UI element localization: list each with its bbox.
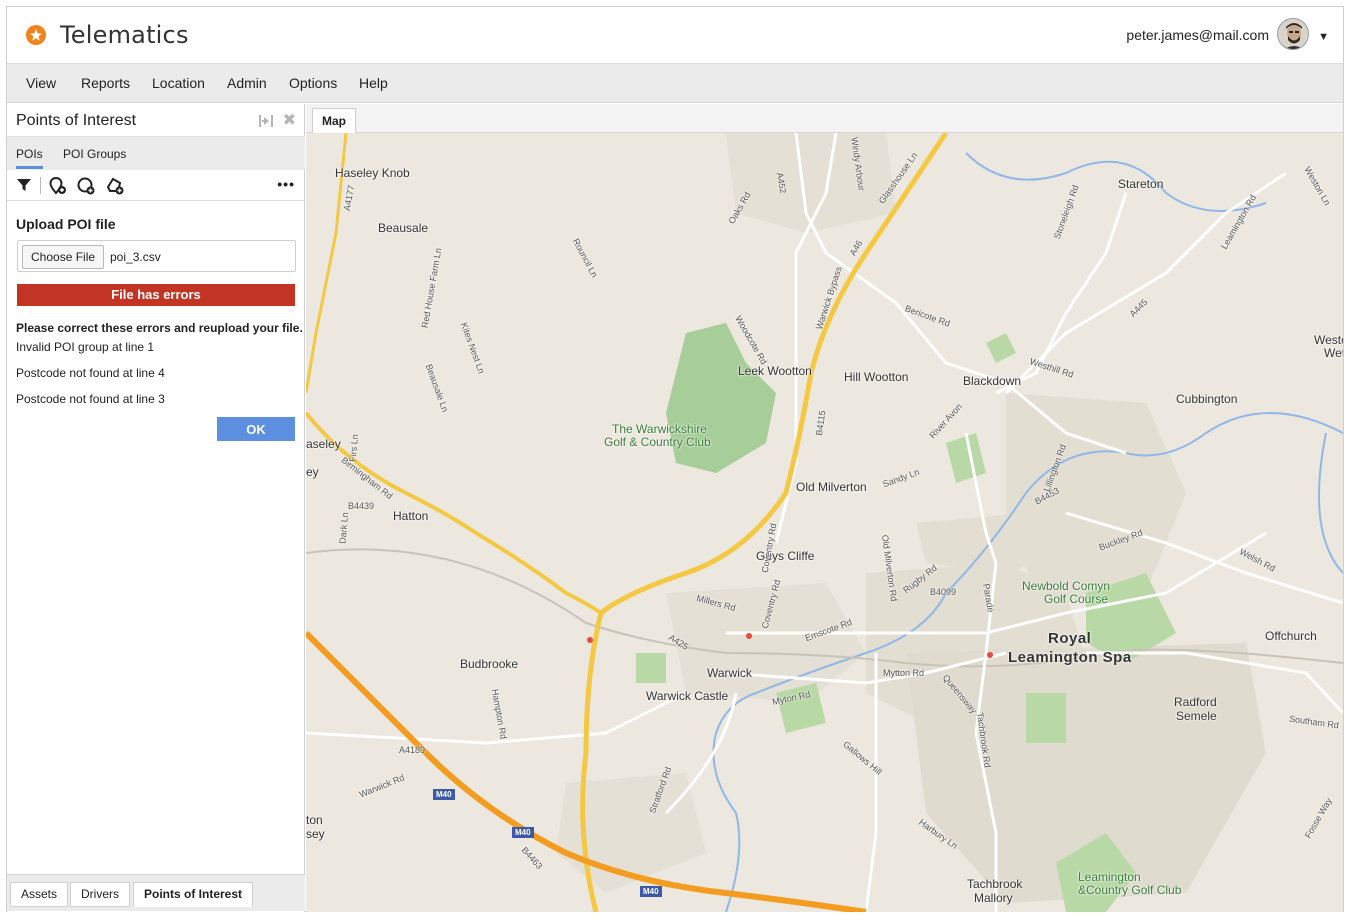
place-label: Warwick xyxy=(707,666,752,680)
place-label: ton xyxy=(306,813,323,827)
place-label: Semele xyxy=(1176,709,1217,723)
main-menu: View Reports Location Admin Options Help xyxy=(7,63,1343,103)
tab-drivers[interactable]: Drivers xyxy=(70,882,130,907)
place-label: Golf & Country Club xyxy=(604,435,711,449)
place-label: Newbold Comyn xyxy=(1022,579,1111,593)
tab-assets[interactable]: Assets xyxy=(10,882,69,907)
poi-subtabs: POIs POI Groups xyxy=(7,137,305,170)
error-heading: Please correct these errors and reupload… xyxy=(16,321,303,335)
app-header: Telematics peter.james@mail.com ▼ xyxy=(7,7,1343,63)
place-label: Warwick Castle xyxy=(646,689,729,703)
station-marker xyxy=(987,652,993,658)
more-icon[interactable]: ••• xyxy=(277,176,295,192)
error-line: Postcode not found at line 4 xyxy=(16,366,165,380)
station-marker xyxy=(587,637,593,643)
m40-shield: M40 xyxy=(433,789,455,800)
place-label: Leamington Spa xyxy=(1008,649,1132,666)
map-graphics xyxy=(306,133,1343,912)
station-marker xyxy=(746,633,752,639)
m40-shield: M40 xyxy=(512,827,534,838)
add-polygon-icon[interactable] xyxy=(106,177,124,195)
app-title: Telematics xyxy=(60,21,189,49)
place-label: Tachbrook xyxy=(967,877,1023,891)
river xyxy=(965,152,1267,212)
place-label: Leek Wootton xyxy=(738,364,812,378)
ok-button[interactable]: OK xyxy=(217,417,295,441)
place-label: Golf Course xyxy=(1044,592,1109,606)
place-label: Royal xyxy=(1048,630,1092,647)
place-label: Beausale xyxy=(378,221,429,235)
place-label: Budbrooke xyxy=(460,657,519,671)
park-area xyxy=(636,653,666,683)
poi-panel: Points of Interest ✖ POIs POI Groups •••… xyxy=(7,104,305,912)
user-avatar[interactable] xyxy=(1277,18,1309,50)
error-line: Postcode not found at line 3 xyxy=(16,392,165,406)
place-label: Old Milverton xyxy=(796,480,867,494)
park-area xyxy=(1026,693,1066,743)
error-line: Invalid POI group at line 1 xyxy=(16,340,155,354)
tab-poi-groups[interactable]: POI Groups xyxy=(63,147,126,161)
place-label: Weston xyxy=(1314,333,1343,347)
river xyxy=(1318,432,1343,574)
place-label: Hatton xyxy=(393,509,429,523)
map-area: Map Haseley Knob Beausale Stareton West … xyxy=(306,104,1343,912)
road-label: B4099 xyxy=(930,587,957,597)
user-menu-caret-icon[interactable]: ▼ xyxy=(1318,31,1329,43)
place-label: Mallory xyxy=(974,891,1013,905)
app-logo-icon xyxy=(26,25,46,45)
urban-area xyxy=(726,133,896,233)
tab-map[interactable]: Map xyxy=(312,108,356,134)
upload-title: Upload POI file xyxy=(16,216,116,232)
poi-toolbar: ••• xyxy=(7,170,305,201)
menu-admin[interactable]: Admin xyxy=(227,75,267,91)
place-label: Leamington xyxy=(1078,870,1141,884)
menu-view[interactable]: View xyxy=(26,75,56,91)
file-error-banner: File has errors xyxy=(17,284,295,306)
panel-title: Points of Interest xyxy=(16,112,137,129)
panel-header: Points of Interest ✖ xyxy=(7,104,305,137)
selected-file-name: poi_3.csv xyxy=(110,250,161,264)
collapse-panel-icon[interactable] xyxy=(258,113,274,129)
map-canvas[interactable]: Haseley Knob Beausale Stareton Weston We… xyxy=(306,133,1343,912)
place-label: Haseley Knob xyxy=(335,166,410,180)
place-label: aseley xyxy=(306,437,341,451)
place-label: The Warwickshire xyxy=(612,422,707,436)
menu-options[interactable]: Options xyxy=(289,75,337,91)
app-window: Telematics peter.james@mail.com ▼ View R… xyxy=(6,6,1344,912)
place-label: ey xyxy=(306,465,319,479)
place-label: Cubbington xyxy=(1176,392,1238,406)
close-panel-icon[interactable]: ✖ xyxy=(283,110,296,130)
filter-icon[interactable] xyxy=(16,177,34,195)
menu-location[interactable]: Location xyxy=(152,75,205,91)
add-circle-icon[interactable] xyxy=(77,177,95,195)
choose-file-button[interactable]: Choose File xyxy=(22,245,105,269)
place-label: Wethe xyxy=(1324,346,1343,360)
place-label: Radford xyxy=(1174,695,1217,709)
place-label: &Country Golf Club xyxy=(1078,883,1182,897)
map-tabbar: Map xyxy=(306,104,1343,134)
tab-pois[interactable]: POIs xyxy=(16,147,43,169)
file-input[interactable]: Choose File poi_3.csv xyxy=(17,240,296,272)
menu-reports[interactable]: Reports xyxy=(81,75,130,91)
place-label: Blackdown xyxy=(963,374,1022,388)
bottom-tabs: Assets Drivers Points of Interest xyxy=(7,874,305,911)
toolbar-divider xyxy=(40,177,41,194)
tab-points-of-interest[interactable]: Points of Interest xyxy=(133,882,254,907)
user-email[interactable]: peter.james@mail.com xyxy=(1126,27,1269,43)
place-label: Offchurch xyxy=(1265,629,1317,643)
park-area xyxy=(986,333,1016,363)
add-poi-icon[interactable] xyxy=(49,176,67,195)
place-label: sey xyxy=(306,827,325,841)
road-label: A4189 xyxy=(399,745,426,755)
m40-shield: M40 xyxy=(640,886,662,897)
place-label: Hill Wootton xyxy=(844,370,909,384)
place-label: Stareton xyxy=(1118,177,1164,191)
road-label: Mytton Rd xyxy=(883,668,925,678)
road-label: B4439 xyxy=(348,501,375,511)
menu-help[interactable]: Help xyxy=(359,75,388,91)
